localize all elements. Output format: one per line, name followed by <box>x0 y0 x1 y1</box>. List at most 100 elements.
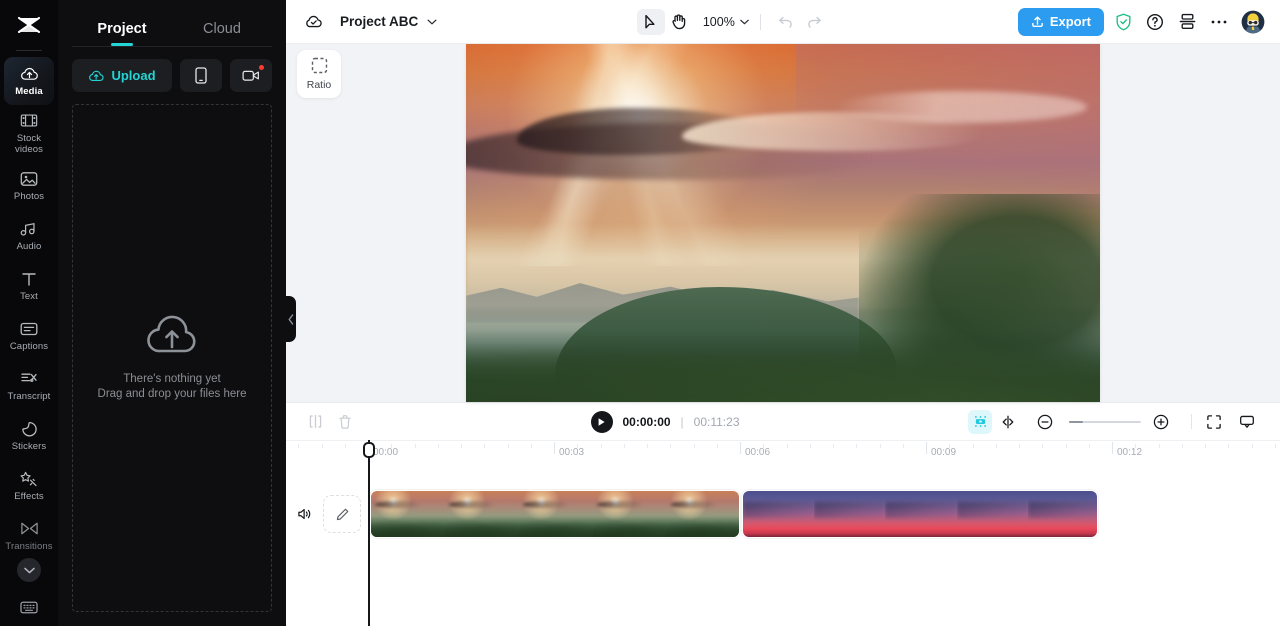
thumbnail-cloud <box>523 501 570 508</box>
timeline-playhead[interactable] <box>363 440 375 626</box>
dropzone-text: There's nothing yet Drag and drop your f… <box>98 372 247 402</box>
timeline-ruler[interactable]: 00:00 00:03 00:06 00:09 00:12 <box>286 440 1280 466</box>
plus-circle-icon <box>1153 414 1169 429</box>
clip-thumbnail-strip <box>743 491 1097 537</box>
preview-foreground-bushes <box>466 330 1100 402</box>
delete-clip-button[interactable] <box>332 409 358 435</box>
keyboard-shortcuts-button[interactable] <box>16 596 42 618</box>
export-button[interactable]: Export <box>1017 7 1104 36</box>
media-panel: Project Cloud Upload There's nothing yet… <box>58 0 296 626</box>
upload-button-label: Upload <box>111 68 156 83</box>
zoom-in-button[interactable] <box>1148 409 1174 435</box>
sidebar-item-text[interactable]: Text <box>4 262 54 310</box>
ruler-tick-minor <box>1274 444 1276 448</box>
ruler-tick-label: 00:12 <box>1117 447 1143 458</box>
sidebar-item-transitions[interactable]: Transitions <box>4 512 54 560</box>
zoom-slider-track[interactable] <box>1069 420 1141 423</box>
sidebar-item-stock-videos[interactable]: Stock videos <box>4 107 54 160</box>
pencil-edit-icon <box>336 508 348 520</box>
timeline-zoom-slider[interactable] <box>1032 409 1178 435</box>
record-button[interactable] <box>230 59 272 92</box>
mobile-phone-icon <box>195 67 207 84</box>
cursor-arrow-icon <box>645 14 655 28</box>
ruler-tick-minor <box>1228 444 1230 448</box>
track-volume-button[interactable] <box>293 503 315 525</box>
sidebar-item-media[interactable]: Media <box>4 57 54 105</box>
caption-box-icon <box>1240 415 1254 428</box>
mirror-split-button[interactable] <box>995 409 1021 435</box>
sidebar-item-transcript[interactable]: Transcript <box>4 362 54 410</box>
text-t-icon <box>21 269 37 288</box>
snap-toggle-button[interactable] <box>968 409 992 434</box>
rail-item-list: Media Stock videos Photos Audio Text Cap… <box>0 57 58 588</box>
chevron-down-icon <box>740 19 749 24</box>
video-preview-canvas[interactable] <box>466 44 1100 402</box>
cloud-status-button[interactable] <box>300 9 326 35</box>
track-edit-button[interactable] <box>323 495 361 533</box>
split-clip-icon <box>309 414 321 429</box>
clip-thumbnail-frame <box>593 491 667 537</box>
ruler-tick-minor <box>577 444 579 448</box>
ruler-tick-minor <box>1042 444 1044 448</box>
zoom-out-button[interactable] <box>1032 409 1058 435</box>
video-editor-app: Media Stock videos Photos Audio Text Cap… <box>0 0 1280 626</box>
more-options-button[interactable] <box>1206 9 1232 35</box>
timeline-tracks[interactable]: 00:00 00:03 00:06 00:09 00:12 <box>286 440 1280 626</box>
help-button[interactable] <box>1142 9 1168 35</box>
sidebar-item-stickers[interactable]: Stickers <box>4 412 54 460</box>
undo-button[interactable] <box>772 9 800 35</box>
media-dropzone[interactable]: There's nothing yet Drag and drop your f… <box>72 104 272 612</box>
project-name-dropdown[interactable]: Project ABC <box>340 14 437 29</box>
sidebar-item-label: Stock videos <box>14 133 44 155</box>
clip-dusk[interactable] <box>742 490 1098 538</box>
chevron-left-icon <box>288 313 293 325</box>
photo-icon <box>20 169 38 188</box>
dropzone-line-1: There's nothing yet <box>123 373 221 385</box>
keyboard-shortcuts-icon <box>20 601 38 613</box>
sidebar-item-label: Stickers <box>11 441 47 452</box>
zoom-level-dropdown[interactable]: 100% <box>703 15 749 29</box>
sidebar-item-captions[interactable]: Captions <box>4 312 54 360</box>
playhead-knob[interactable] <box>363 442 375 458</box>
sidebar-item-effects[interactable]: Effects <box>4 462 54 510</box>
page-title: Project ABC <box>340 14 419 29</box>
sidebar-item-photos[interactable]: Photos <box>4 162 54 210</box>
tab-cloud[interactable]: Cloud <box>172 21 272 46</box>
redo-button[interactable] <box>800 9 828 35</box>
ruler-tick-minor <box>833 444 834 448</box>
track-header <box>286 488 366 540</box>
expand-more-button[interactable] <box>17 558 41 582</box>
ratio-button[interactable]: Ratio <box>297 50 341 98</box>
clip-thumbnail-frame <box>371 491 445 537</box>
ruler-tick-minor <box>693 444 695 448</box>
play-button[interactable] <box>590 410 613 433</box>
collapse-panel-handle[interactable] <box>285 296 296 342</box>
import-from-phone-button[interactable] <box>180 59 222 92</box>
app-logo[interactable] <box>0 4 58 48</box>
sidebar-item-audio[interactable]: Audio <box>4 212 54 260</box>
upload-button[interactable]: Upload <box>72 59 172 92</box>
clip-sunset[interactable] <box>370 490 740 538</box>
clip-thumbnail-frame <box>445 491 519 537</box>
ruler-tick-minor <box>600 444 602 448</box>
split-clip-button[interactable] <box>302 409 328 435</box>
ruler-tick-minor <box>507 444 509 448</box>
security-shield-button[interactable] <box>1110 9 1136 35</box>
thumbnail-cloud <box>375 501 422 508</box>
avatar[interactable] <box>1240 9 1266 35</box>
ruler-tick-minor <box>623 444 625 448</box>
select-tool-button[interactable] <box>636 8 665 35</box>
timeline-toolbar: 00:00:00 | 00:11:23 <box>286 402 1280 440</box>
layout-panel-button[interactable] <box>1174 9 1200 35</box>
hand-tool-button[interactable] <box>665 9 693 35</box>
tab-project[interactable]: Project <box>72 21 172 46</box>
music-note-icon <box>20 219 39 238</box>
captions-toggle-button[interactable] <box>1234 409 1260 435</box>
sidebar-item-label: Captions <box>9 341 49 352</box>
cloud-upload-icon <box>20 64 39 83</box>
shield-check-icon <box>1116 13 1130 30</box>
zoom-slider-fill <box>1069 420 1083 423</box>
undo-arrow-icon <box>779 16 792 28</box>
fit-to-screen-button[interactable] <box>1201 409 1227 435</box>
ruler-tick-minor <box>1088 444 1090 448</box>
